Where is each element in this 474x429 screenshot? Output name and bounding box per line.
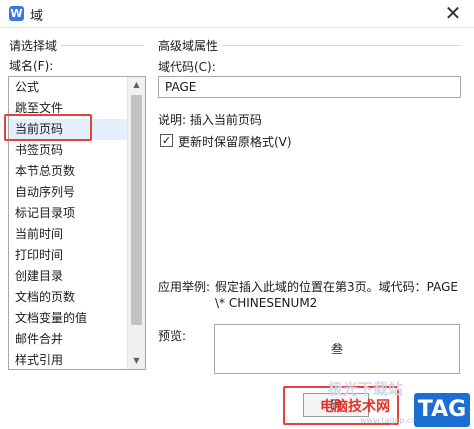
- field-list-item[interactable]: 书签页码: [9, 140, 127, 161]
- field-name-label: 域名(F):: [9, 59, 54, 73]
- preview-label: 预览:: [158, 329, 187, 343]
- field-list-item[interactable]: 文档的页数: [9, 287, 127, 308]
- tag-logo: TAG: [414, 393, 470, 427]
- watermark-text: 电脑技术网: [320, 399, 390, 415]
- example-text-line2: \* CHINESENUM2: [215, 296, 318, 310]
- keep-format-label: 更新时保留原格式(V): [178, 135, 292, 149]
- field-list-item[interactable]: 公式: [9, 77, 127, 98]
- listbox-scrollbar[interactable]: ▲ ▼: [127, 77, 145, 369]
- close-button[interactable]: ✕: [442, 2, 464, 24]
- field-list-item[interactable]: 创建目录: [9, 266, 127, 287]
- field-code-label: 域代码(C):: [158, 60, 216, 74]
- preview-box: 叁: [214, 324, 460, 374]
- example-text-line1: 假定插入此域的位置在第3页。域代码：PAGE: [215, 280, 458, 294]
- field-list-item[interactable]: 样式引用: [9, 350, 127, 369]
- field-description: 说明: 插入当前页码: [158, 113, 262, 127]
- field-list-item[interactable]: 自动序列号: [9, 182, 127, 203]
- dialog-title: 域: [30, 9, 44, 24]
- wps-writer-icon: W: [9, 6, 24, 21]
- title-bar: W 域 ✕: [0, 0, 474, 28]
- selected-item-highlight: [4, 114, 92, 141]
- field-list-item[interactable]: 本节总页数: [9, 161, 127, 182]
- scroll-up-arrow-icon[interactable]: ▲: [128, 77, 145, 93]
- preview-value: 叁: [330, 342, 343, 356]
- field-list-item[interactable]: 打印时间: [9, 245, 127, 266]
- field-list-item[interactable]: 当前时间: [9, 224, 127, 245]
- example-label: 应用举例:: [158, 280, 211, 294]
- field-list-item[interactable]: 文档变量的值: [9, 308, 127, 329]
- field-list-item[interactable]: 标记目录项: [9, 203, 127, 224]
- keep-format-checkbox[interactable]: ✓: [160, 134, 173, 147]
- field-list-item[interactable]: 邮件合并: [9, 329, 127, 350]
- field-code-input[interactable]: [158, 76, 461, 98]
- scroll-thumb[interactable]: [131, 95, 142, 325]
- scroll-down-arrow-icon[interactable]: ▼: [128, 353, 145, 369]
- right-group-title: 高级域属性: [158, 37, 223, 54]
- left-group-title: 请选择域: [9, 37, 62, 54]
